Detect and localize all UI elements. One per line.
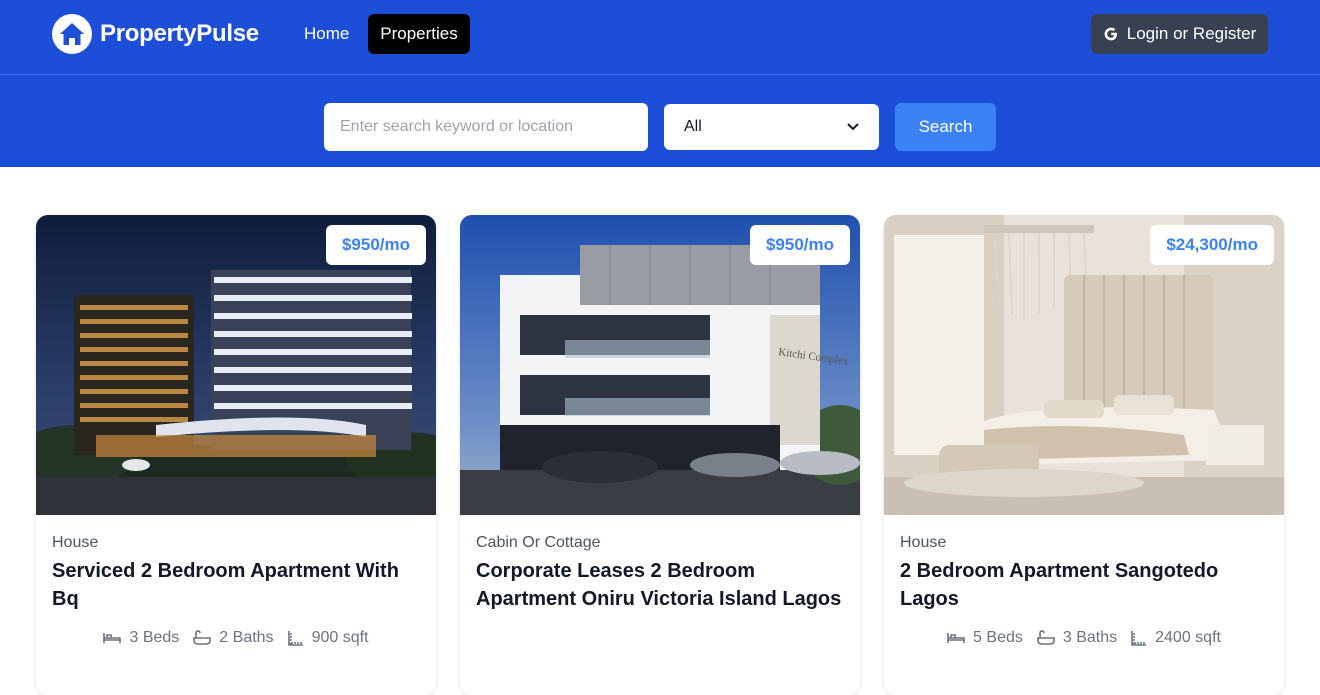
brand-name: PropertyPulse: [100, 20, 259, 47]
brand-link[interactable]: PropertyPulse: [52, 14, 259, 54]
google-g-icon: [1103, 26, 1119, 42]
property-type-select[interactable]: All: [664, 104, 879, 150]
login-register-label: Login or Register: [1126, 24, 1257, 43]
property-title[interactable]: 2 Bedroom Apartment Sangotedo Lagos: [900, 557, 1268, 613]
beds-feature: 5 Beds: [947, 629, 1023, 647]
sqft-label: 900 sqft: [311, 629, 369, 646]
bath-icon: [1037, 630, 1055, 645]
price-badge: $24,300/mo: [1150, 225, 1274, 265]
baths-label: 3 Baths: [1062, 629, 1118, 646]
property-card[interactable]: $24,300/mo House 2 Bedroom Apartment San…: [884, 215, 1284, 695]
baths-label: 2 Baths: [219, 629, 274, 646]
bed-icon: [947, 633, 965, 643]
bath-icon: [193, 630, 212, 645]
navbar: PropertyPulse Home Properties Login or R…: [0, 0, 1320, 75]
search-section: All Search: [0, 75, 1320, 167]
search-button[interactable]: Search: [895, 103, 996, 151]
property-type: House: [52, 534, 99, 551]
beds-label: 3 Beds: [129, 629, 180, 646]
property-type: Cabin Or Cottage: [476, 534, 601, 551]
price-badge: $950/mo: [325, 225, 426, 265]
property-features: 3 Beds 2 Baths 900 sqft: [52, 629, 420, 647]
property-features: 5 Beds 3 Baths 2400 sqft: [900, 629, 1268, 647]
sqft-feature: 900 sqft: [287, 629, 369, 647]
property-title[interactable]: Serviced 2 Bedroom Apartment With Bq: [52, 557, 420, 613]
beds-feature: 3 Beds: [103, 629, 179, 647]
property-image[interactable]: $950/mo: [36, 215, 436, 515]
nav-home-link[interactable]: Home: [292, 14, 361, 54]
ruler-icon: [287, 631, 303, 646]
property-list: $950/mo House Serviced 2 Bedroom Apartme…: [0, 215, 1320, 695]
nav-properties-link[interactable]: Properties: [368, 14, 470, 54]
baths-feature: 3 Baths: [1037, 629, 1117, 647]
house-icon: [52, 14, 92, 54]
bed-icon: [103, 633, 122, 643]
sqft-label: 2400 sqft: [1155, 629, 1221, 646]
property-type-selected: All: [684, 118, 702, 135]
property-title[interactable]: Corporate Leases 2 Bedroom Apartment Oni…: [476, 557, 844, 613]
property-card[interactable]: Kitchi Complex $950/mo Cabin Or Cottage …: [460, 215, 860, 695]
beds-label: 5 Beds: [973, 629, 1023, 646]
property-image[interactable]: $24,300/mo: [884, 215, 1284, 515]
login-register-button[interactable]: Login or Register: [1091, 14, 1268, 54]
property-type: House: [900, 534, 947, 551]
property-image[interactable]: Kitchi Complex $950/mo: [460, 215, 860, 515]
baths-feature: 2 Baths: [193, 629, 274, 647]
price-badge: $950/mo: [749, 225, 850, 265]
chevron-down-icon: [847, 118, 859, 136]
search-input[interactable]: [324, 103, 648, 151]
ruler-icon: [1131, 631, 1147, 646]
sqft-feature: 2400 sqft: [1131, 629, 1221, 647]
property-card[interactable]: $950/mo House Serviced 2 Bedroom Apartme…: [36, 215, 436, 695]
